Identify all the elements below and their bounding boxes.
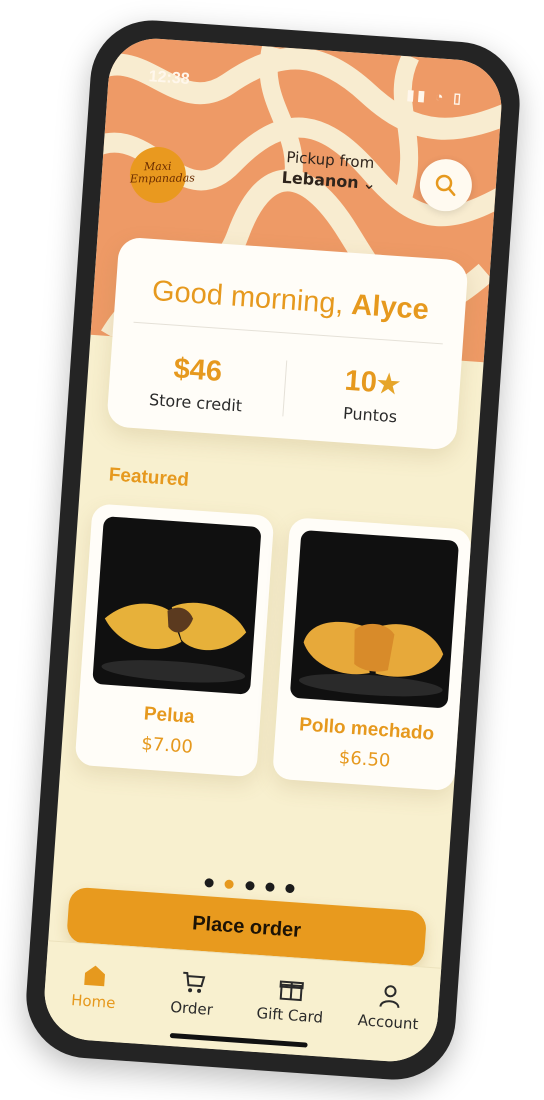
pagination-dot[interactable] — [264, 882, 275, 892]
gift-icon — [279, 980, 305, 1002]
tab-label: Gift Card — [256, 1004, 324, 1027]
store-credit-label: Store credit — [148, 390, 243, 416]
featured-card[interactable]: Pelua $7.00 — [74, 503, 275, 778]
points-label: Puntos — [342, 403, 398, 427]
tab-gift-card[interactable]: Gift Card — [240, 973, 342, 1028]
tab-account[interactable]: Account — [338, 980, 440, 1035]
account-summary-card: Good morning, Alyce $46 Store credit 10★… — [106, 236, 469, 451]
tab-label: Account — [357, 1011, 419, 1034]
points-value-row: 10★ — [284, 360, 461, 405]
tab-label: Home — [70, 991, 117, 1013]
pagination-dot-active[interactable] — [224, 879, 235, 890]
product-price: $7.00 — [140, 733, 194, 758]
search-icon — [435, 174, 456, 197]
status-time: 12:38 — [148, 68, 191, 89]
house-icon — [84, 965, 106, 987]
chevron-down-icon: ⌄ — [361, 173, 377, 194]
tab-home[interactable]: Home — [44, 959, 146, 1014]
product-image — [92, 516, 262, 695]
store-credit-value: $46 — [172, 352, 224, 388]
pagination-dot[interactable] — [244, 880, 255, 891]
user-name: Alyce — [350, 288, 430, 327]
tab-order[interactable]: Order — [142, 966, 244, 1021]
tab-label: Order — [169, 997, 214, 1019]
product-image — [289, 529, 460, 709]
product-price: $6.50 — [338, 747, 392, 772]
featured-heading: Featured — [108, 464, 190, 491]
pagination-dot[interactable] — [204, 878, 215, 888]
greeting: Good morning, Alyce — [115, 272, 466, 329]
user-icon — [379, 985, 400, 1009]
points-stat[interactable]: 10★ Puntos — [282, 360, 461, 430]
app-screen: 12:38 ▮▮ ◔ ▯ Maxi Empanadas Pickup from … — [41, 35, 505, 1065]
points-value: 10 — [343, 364, 378, 399]
store-credit-stat[interactable]: $46 Store credit — [108, 348, 287, 418]
product-name: Pollo mechado — [298, 714, 435, 745]
pagination-dot[interactable] — [284, 883, 295, 894]
signal-wifi-battery-icon: ▮▮ ◔ ▯ — [406, 86, 465, 107]
star-icon: ★ — [375, 367, 402, 400]
featured-carousel[interactable]: Pelua $7.00 Pollo mechado $6.50 — [74, 503, 472, 799]
home-indicator — [169, 1032, 308, 1048]
cart-icon — [182, 971, 206, 993]
product-name: Pelua — [143, 703, 196, 728]
phone-mockup: 12:38 ▮▮ ◔ ▯ Maxi Empanadas Pickup from … — [22, 16, 524, 1084]
greeting-text: Good morning, — [151, 274, 353, 321]
featured-card[interactable]: Pollo mechado $6.50 — [272, 517, 472, 792]
